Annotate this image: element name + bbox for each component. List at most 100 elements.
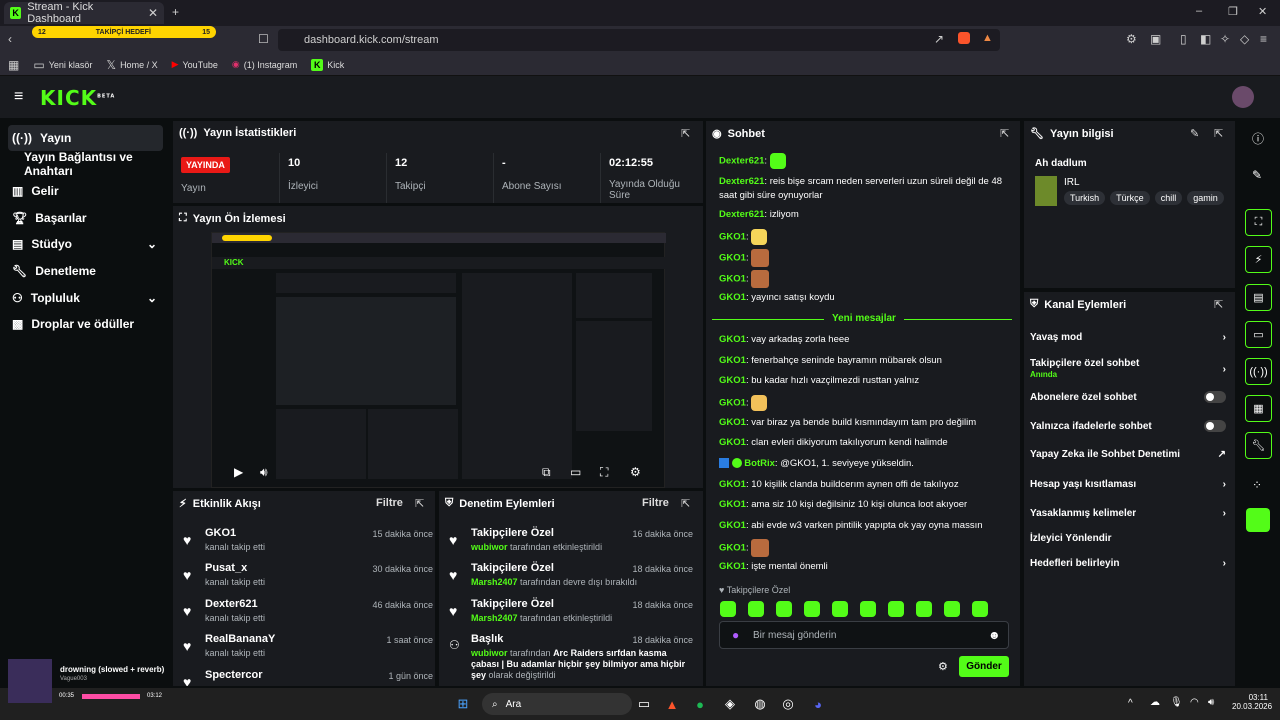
emote-icon[interactable] [860, 601, 876, 617]
fullscreen-icon[interactable]: ⛶ [600, 465, 608, 480]
extension-icon[interactable] [1246, 508, 1270, 532]
chevron-up-icon[interactable]: ^ [1128, 698, 1133, 709]
vpn-icon[interactable]: ◇ [1240, 32, 1249, 46]
chat-user[interactable]: Dexter621 [719, 176, 764, 187]
tag[interactable]: gamin [1187, 191, 1224, 205]
chat-user[interactable]: GKO1 [719, 543, 746, 554]
minimize-icon[interactable]: – [1196, 5, 1202, 17]
goals-action[interactable]: Hedefleri belirleyin › [1030, 558, 1226, 569]
rail-broadcast-button[interactable]: ((·)) [1245, 358, 1272, 385]
steam-icon[interactable]: ◎ [778, 694, 798, 714]
emote-icon[interactable] [832, 601, 848, 617]
close-window-icon[interactable]: ✕ [1258, 5, 1267, 18]
sidebar-toggle-icon[interactable]: ▯ [1180, 32, 1187, 46]
cloud-icon[interactable]: ☁ [1150, 697, 1160, 708]
maximize-icon[interactable]: ❐ [1228, 5, 1238, 18]
screenshot-icon[interactable]: ▣ [1150, 32, 1161, 46]
brave-shield-icon[interactable] [958, 32, 970, 44]
emote-icon[interactable] [888, 601, 904, 617]
ai-moderation-action[interactable]: Yapay Zeka ile Sohbet Denetimi ↗ [1030, 449, 1226, 460]
chat-user[interactable]: GKO1 [719, 355, 746, 366]
theater-icon[interactable]: ▭ [570, 465, 581, 479]
chat-user[interactable]: GKO1 [719, 417, 746, 428]
filter-button[interactable]: Filtre [642, 497, 669, 509]
chat-user[interactable]: GKO1 [719, 561, 746, 572]
clock[interactable]: 03:11 20.03.2026 [1232, 693, 1272, 711]
chat-settings-icon[interactable]: ⚙ [938, 660, 948, 673]
chat-user[interactable]: Dexter621 [719, 156, 764, 167]
pencil-icon[interactable]: ✎ [1252, 168, 1262, 182]
send-button[interactable]: Gönder [959, 656, 1009, 677]
music-progress[interactable] [82, 694, 140, 699]
chat-user[interactable]: GKO1 [719, 479, 746, 490]
chat-user[interactable]: GKO1 [719, 232, 746, 243]
mic-tray-icon[interactable]: 🎙︎ [1170, 697, 1183, 708]
account-age-action[interactable]: Hesap yaşı kısıtlaması › [1030, 479, 1226, 490]
discord-icon[interactable]: ◕ [808, 694, 828, 714]
edit-pencil-icon[interactable]: ✎ [1190, 127, 1199, 140]
rail-preview-button[interactable]: ⛶ [1245, 209, 1272, 236]
emote-icon[interactable] [944, 601, 960, 617]
speaker-icon[interactable]: 🔊︎ [1208, 697, 1214, 708]
rail-stats-button[interactable]: ▦ [1245, 395, 1272, 422]
menu-icon[interactable]: ≡ [1260, 32, 1267, 46]
pip-icon[interactable]: ⧉ [542, 465, 551, 480]
chat-user[interactable]: GKO1 [719, 437, 746, 448]
close-tab-icon[interactable]: ✕ [148, 6, 158, 20]
info-icon[interactable]: ⓘ [1252, 130, 1264, 147]
emote-icon[interactable] [972, 601, 988, 617]
chat-user[interactable]: Dexter621 [719, 209, 764, 220]
tag[interactable]: Türkçe [1110, 191, 1150, 205]
wallet-icon[interactable]: ◧ [1200, 32, 1211, 46]
task-view-icon[interactable]: ▭ [634, 694, 654, 714]
play-icon[interactable]: ▶ [234, 465, 243, 479]
popout-icon[interactable]: ⇱ [415, 497, 424, 510]
mic-icon[interactable]: ● [732, 628, 739, 642]
popout-icon[interactable]: ⇱ [1214, 298, 1223, 311]
windows-start-icon[interactable]: ⊞ [453, 694, 473, 714]
rail-settings-button[interactable]: 🔧︎ [1245, 432, 1272, 459]
popout-icon[interactable]: ⇱ [1214, 127, 1223, 140]
chat-user[interactable]: GKO1 [719, 398, 746, 409]
slow-mode-action[interactable]: Yavaş mod › [1030, 332, 1226, 343]
host-action[interactable]: İzleyici Yönlendir [1030, 533, 1226, 544]
sidebar-item-stream-key[interactable]: Yayın Bağlantısı ve Anahtarı [20, 150, 175, 178]
video-player[interactable]: KICK ▶ 🔊︎ ⧉ ▭ ⛶ ⚙ [211, 232, 666, 488]
volume-icon[interactable]: 🔊︎ [260, 465, 268, 480]
kick-logo[interactable]: KICKBETA [40, 86, 115, 110]
chat-user[interactable]: GKO1 [719, 292, 746, 303]
chat-user[interactable]: GKO1 [719, 253, 746, 264]
rail-chat-button[interactable]: ▭ [1245, 321, 1272, 348]
emote-icon[interactable] [804, 601, 820, 617]
browser-tab[interactable]: K Stream - Kick Dashboard ✕ [4, 1, 164, 25]
rail-activity-button[interactable]: ⚡︎ [1245, 246, 1272, 273]
url-field[interactable]: dashboard.kick.com/stream [278, 29, 1000, 51]
emoji-icon[interactable]: ☻ [988, 628, 1001, 642]
emote-icon[interactable] [748, 601, 764, 617]
extensions-icon[interactable]: ⚙ [1126, 32, 1137, 46]
chat-user[interactable]: GKO1 [719, 334, 746, 345]
bookmark-x[interactable]: 𝕏 Home / X [106, 58, 157, 72]
bookmark-folder[interactable]: ▭ Yeni klasör [33, 58, 92, 72]
app-icon[interactable]: ◍ [750, 694, 770, 714]
tag[interactable]: Turkish [1064, 191, 1106, 205]
bookmark-youtube[interactable]: ▶ YouTube [172, 59, 218, 70]
chat-input[interactable]: ● Bir mesaj gönderin ☻ [719, 621, 1009, 649]
emote-icon[interactable] [720, 601, 736, 617]
sidebar-item-revenue[interactable]: ▥ Gelir [8, 178, 163, 204]
sidebar-item-studio[interactable]: ▤ Stüdyo ⌄ [8, 231, 163, 257]
brave-rewards-icon[interactable]: ▲ [982, 32, 993, 44]
new-tab-icon[interactable]: + [172, 5, 179, 19]
sidebar-item-drops[interactable]: ▩ Droplar ve ödüller [8, 311, 163, 337]
subs-only-toggle[interactable] [1204, 391, 1226, 403]
chat-user[interactable]: GKO1 [719, 520, 746, 531]
sidebar-item-achievements[interactable]: 🏆︎ Başarılar [8, 205, 163, 231]
chat-user[interactable]: GKO1 [719, 375, 746, 386]
bookmark-icon[interactable]: ☐ [258, 32, 269, 46]
share-icon[interactable]: ↗ [934, 32, 944, 46]
chat-user[interactable]: GKO1 [719, 274, 746, 285]
emote-icon[interactable] [776, 601, 792, 617]
hamburger-menu-icon[interactable]: ≡ [14, 88, 23, 106]
leo-icon[interactable]: ✧ [1220, 32, 1230, 46]
app-icon[interactable]: ◈ [720, 694, 740, 714]
